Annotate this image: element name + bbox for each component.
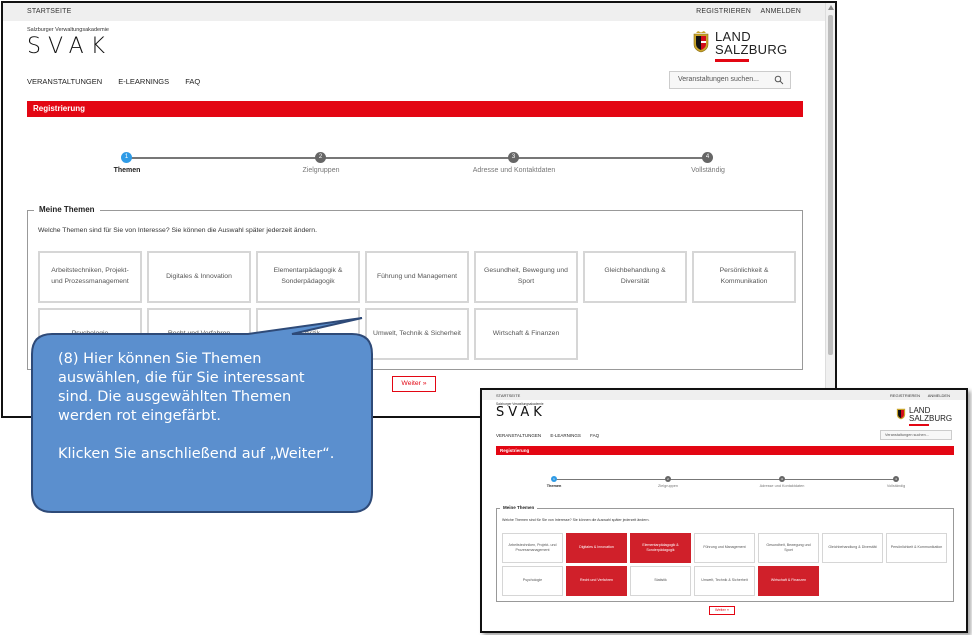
startseite-link[interactable]: STARTSEITE (27, 8, 72, 15)
callout-paragraph-2: Klicken Sie anschließend auf „Weiter“. (58, 446, 335, 462)
salzburg-crest-icon (693, 31, 709, 53)
callout-paragraph-1: (8) Hier können Sie Themen auswählen, di… (58, 351, 305, 424)
salzburg-text: SALZBURG (715, 42, 788, 57)
stepper-line (127, 157, 707, 159)
themes-intro: Welche Themen sind für Sie von Interesse… (38, 227, 317, 234)
small-weiter-button[interactable]: Weiter » (709, 606, 735, 615)
search-placeholder: Veranstaltungen suchen... (678, 76, 759, 83)
small-page-title: Registrierung (496, 446, 954, 455)
small-theme-tile-gesundheit[interactable]: Gesundheit, Bewegung und Sport (758, 533, 819, 563)
small-salzburg-text: SALZBURG (909, 414, 953, 423)
theme-tile-elementarpaedagogik[interactable]: Elementarpädagogik & Sonderpädagogik (256, 251, 360, 303)
callout-text: (8) Hier können Sie Themen auswählen, di… (58, 350, 338, 483)
step-1-label: Themen (113, 167, 141, 174)
small-theme-tile-gleichbehandlung[interactable]: Gleichbehandlung & Diversität (822, 533, 883, 563)
small-theme-tile-recht-selected[interactable]: Recht und Verfahren (566, 566, 627, 596)
small-step-3-dot: 3 (779, 476, 785, 482)
small-step-1-label: Themen (546, 484, 562, 488)
small-search-input[interactable]: Veranstaltungen suchen... (880, 430, 952, 440)
svak-logo[interactable]: SVAK (27, 34, 112, 59)
small-registrieren-link[interactable]: REGISTRIEREN (890, 393, 920, 398)
step-3-label: Adresse und Kontaktdaten (472, 167, 556, 174)
step-3-dot: 3 (508, 152, 519, 163)
small-top-bar: STARTSEITE REGISTRIEREN ANMELDEN (482, 390, 966, 400)
theme-tile-wirtschaft[interactable]: Wirtschaft & Finanzen (474, 308, 578, 360)
scrollbar-thumb[interactable] (828, 15, 833, 355)
svak-subtitle: Salzburger Verwaltungsakademie (27, 27, 109, 33)
small-theme-tile-umwelt[interactable]: Umwelt, Technik & Sicherheit (694, 566, 755, 596)
theme-tile-gesundheit[interactable]: Gesundheit, Bewegung und Sport (474, 251, 578, 303)
small-step-1-dot: 1 (551, 476, 557, 482)
top-bar: STARTSEITE REGISTRIEREN ANMELDEN (3, 3, 825, 21)
anmelden-link[interactable]: ANMELDEN (761, 8, 802, 15)
step-2-label: Zielgruppen (302, 167, 340, 174)
step-1-dot: 1 (121, 152, 132, 163)
land-underline (715, 59, 749, 62)
page-title: Registrierung (27, 101, 803, 117)
scroll-up-icon[interactable] (828, 5, 834, 10)
small-stepper-line (554, 479, 896, 480)
small-nav-item-veranstaltungen[interactable]: VERANSTALTUNGEN (496, 433, 541, 438)
step-4-dot: 4 (702, 152, 713, 163)
small-main-nav: VERANSTALTUNGEN E-LEARNINGS FAQ (496, 433, 607, 438)
small-nav-item-elearnings[interactable]: E-LEARNINGS (550, 433, 581, 438)
small-startseite-link[interactable]: STARTSEITE (496, 393, 520, 398)
land-salzburg-logo[interactable]: LAND SALZBURG (691, 29, 791, 65)
theme-tile-arbeitstechniken[interactable]: Arbeitstechniken, Projekt- und Prozessma… (38, 251, 142, 303)
small-theme-tile-arbeitstechniken[interactable]: Arbeitstechniken, Projekt- und Prozessma… (502, 533, 563, 563)
registration-stepper: 1 2 3 4 Themen Zielgruppen Adresse und K… (27, 143, 803, 183)
small-theme-tile-digitales-selected[interactable]: Digitales & Innovation (566, 533, 627, 563)
small-anmelden-link[interactable]: ANMELDEN (928, 393, 950, 398)
theme-tile-fuehrung[interactable]: Führung und Management (365, 251, 469, 303)
small-theme-tile-elementarpaedagogik-selected[interactable]: Elementarpädagogik & Sonderpädagogik (630, 533, 691, 563)
small-theme-tile-wirtschaft-selected[interactable]: Wirtschaft & Finanzen (758, 566, 819, 596)
step-4-label: Vollständig (691, 167, 725, 174)
small-step-2-dot: 2 (665, 476, 671, 482)
weiter-button[interactable]: Weiter » (392, 376, 436, 392)
search-icon[interactable] (774, 75, 784, 85)
theme-tile-umwelt[interactable]: Umwelt, Technik & Sicherheit (365, 308, 469, 360)
small-theme-tile-statistik[interactable]: Statistik (630, 566, 691, 596)
theme-tile-persoenlichkeit[interactable]: Persönlichkeit & Kommunikation (692, 251, 796, 303)
registrieren-link[interactable]: REGISTRIEREN (696, 8, 751, 15)
step-2-dot: 2 (315, 152, 326, 163)
themes-fieldset: Meine Themen Welche Themen sind für Sie … (27, 205, 803, 370)
search-input[interactable]: Veranstaltungen suchen... (669, 71, 791, 89)
small-theme-tile-fuehrung[interactable]: Führung und Management (694, 533, 755, 563)
small-themes-legend: Meine Themen (500, 505, 538, 510)
small-themes-fieldset: Meine Themen Welche Themen sind für Sie … (496, 505, 954, 602)
main-nav: VERANSTALTUNGEN E-LEARNINGS FAQ (27, 77, 214, 86)
small-registration-stepper: 1 2 3 4 Themen Zielgruppen Adresse und K… (496, 474, 954, 494)
small-salzburg-crest-icon (896, 408, 906, 420)
theme-tile-digitales[interactable]: Digitales & Innovation (147, 251, 251, 303)
small-theme-tile-psychologie[interactable]: Psychologie (502, 566, 563, 596)
small-theme-tile-persoenlichkeit[interactable]: Persönlichkeit & Kommunikation (886, 533, 947, 563)
small-step-2-label: Zielgruppen (657, 484, 679, 488)
small-step-3-label: Adresse und Kontaktdaten (759, 484, 805, 488)
nav-item-veranstaltungen[interactable]: VERANSTALTUNGEN (27, 77, 102, 86)
vertical-scrollbar[interactable] (825, 3, 835, 416)
small-nav-item-faq[interactable]: FAQ (590, 433, 599, 438)
themes-legend: Meine Themen (34, 205, 100, 214)
small-step-4-label: Vollständig (886, 484, 906, 488)
small-themes-intro: Welche Themen sind für Sie von Interesse… (502, 518, 650, 522)
result-screenshot: STARTSEITE REGISTRIEREN ANMELDEN Salzbur… (480, 388, 968, 633)
theme-tile-gleichbehandlung[interactable]: Gleichbehandlung & Diversität (583, 251, 687, 303)
nav-item-faq[interactable]: FAQ (185, 77, 200, 86)
small-land-salzburg-logo[interactable]: LAND SALZBURG (896, 406, 952, 426)
small-step-4-dot: 4 (893, 476, 899, 482)
small-land-underline (909, 424, 929, 426)
small-svak-logo[interactable]: SVAK (496, 405, 546, 420)
nav-item-elearnings[interactable]: E-LEARNINGS (118, 77, 169, 86)
